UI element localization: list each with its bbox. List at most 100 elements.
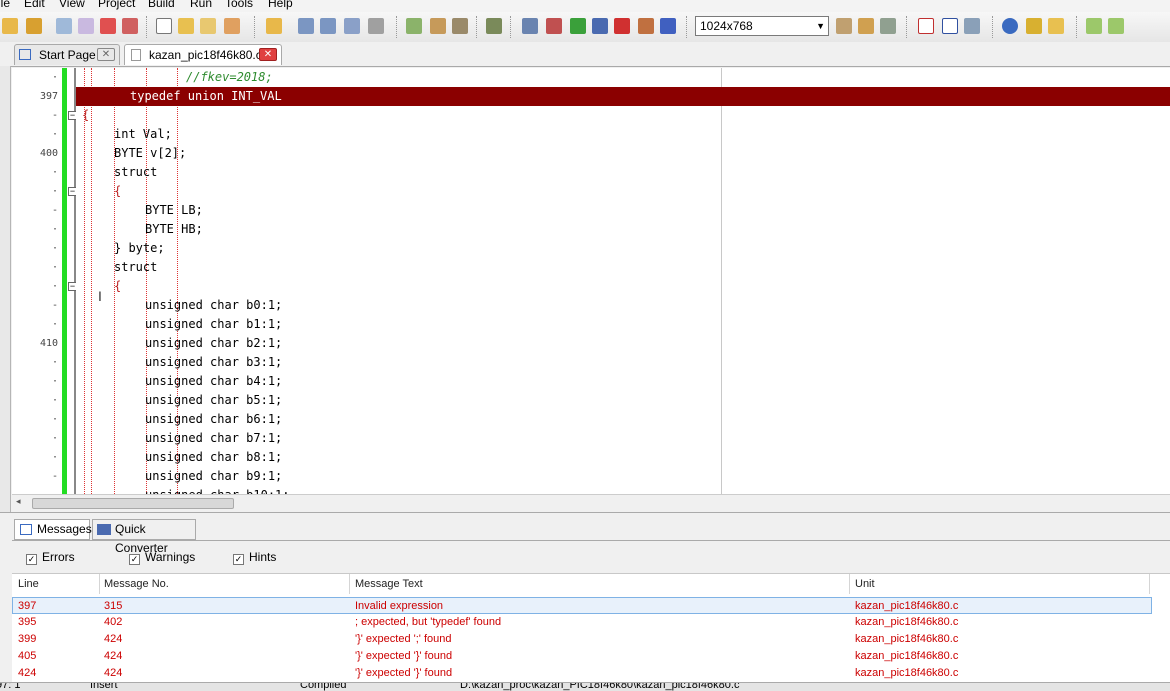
column-header-line[interactable]: Line xyxy=(18,578,39,590)
menu-tools[interactable]: Tools xyxy=(225,0,253,10)
tab-start-page[interactable]: Start Page ✕ xyxy=(14,44,120,65)
cell-unit: kazan_pic18f46k80.c xyxy=(855,600,959,612)
print-icon[interactable] xyxy=(368,18,384,34)
code-line: BYTE v[2]; xyxy=(76,144,1170,163)
menu-view[interactable]: View xyxy=(59,0,85,10)
close-icon[interactable]: ✕ xyxy=(97,48,115,61)
code-line: { xyxy=(76,277,1170,296)
statistics-icon[interactable] xyxy=(546,18,562,34)
side-panel-strip[interactable] xyxy=(0,66,11,516)
build-icon[interactable] xyxy=(406,18,422,34)
remove-file-icon[interactable] xyxy=(122,18,138,34)
code-text: BYTE HB; xyxy=(145,222,203,236)
visual-studio-icon[interactable] xyxy=(660,18,676,34)
line-marker: · xyxy=(51,167,58,178)
toolbar-separator xyxy=(510,16,513,38)
table-row[interactable]: 424 424 '}' expected '}' found kazan_pic… xyxy=(12,665,1152,682)
resolution-select[interactable]: 1024x768 ▼ xyxy=(695,16,829,36)
errors-checkbox[interactable]: ✓ Errors xyxy=(26,550,75,565)
close-file-icon[interactable] xyxy=(224,18,240,34)
save-icon[interactable] xyxy=(298,18,314,34)
programmer-icon[interactable] xyxy=(486,18,502,34)
toolbar-separator xyxy=(906,16,909,38)
horizontal-scrollbar[interactable]: ◂ xyxy=(12,494,1170,511)
code-text: typedef union INT_VAL xyxy=(130,89,282,103)
new-file-icon[interactable] xyxy=(156,18,172,34)
table-row[interactable]: 395 402 ; expected, but 'typedef' found … xyxy=(12,614,1152,631)
code-text: unsigned char b7:1; xyxy=(145,431,283,445)
code-line-current: typedef union INT_VAL xyxy=(76,87,1170,106)
line-marker: - xyxy=(51,110,58,121)
document-tabs: Start Page ✕ kazan_pic18f46k80.c ✕ xyxy=(0,42,1170,67)
table-row[interactable]: 397 315 Invalid expression kazan_pic18f4… xyxy=(12,597,1152,614)
column-header-unit[interactable]: Unit xyxy=(855,578,875,590)
table-row[interactable]: 399 424 '}' expected ';' found kazan_pic… xyxy=(12,631,1152,648)
tip-icon[interactable] xyxy=(1048,18,1064,34)
code-line: { xyxy=(76,182,1170,201)
back-arrow-icon[interactable] xyxy=(1086,18,1102,34)
line-number: 397 xyxy=(39,91,58,102)
build-all-icon[interactable] xyxy=(430,18,446,34)
assistant-icon[interactable] xyxy=(570,18,586,34)
ascii-chart-icon[interactable] xyxy=(918,18,934,34)
export-icon[interactable] xyxy=(614,18,630,34)
code-line: struct xyxy=(76,163,1170,182)
window-layout-3-icon[interactable] xyxy=(880,18,896,34)
key-icon[interactable] xyxy=(1026,18,1042,34)
resolution-value: 1024x768 xyxy=(700,19,753,33)
menu-build[interactable]: Build xyxy=(148,0,175,10)
open-project-icon[interactable] xyxy=(26,18,42,34)
line-marker: · xyxy=(51,72,58,83)
save-as-icon[interactable] xyxy=(344,18,360,34)
window-layout-icon[interactable] xyxy=(836,18,852,34)
save-project-icon[interactable] xyxy=(56,18,72,34)
close-icon[interactable]: ✕ xyxy=(259,48,277,61)
cell-unit: kazan_pic18f46k80.c xyxy=(855,667,959,679)
scrollbar-thumb[interactable] xyxy=(32,498,234,509)
hints-checkbox[interactable]: ✓ Hints xyxy=(233,550,276,565)
tab-quick-converter[interactable]: Quick Converter xyxy=(92,519,196,555)
window-layout-2-icon[interactable] xyxy=(858,18,874,34)
tab-label: Start Page xyxy=(39,48,96,62)
menu-project[interactable]: Project xyxy=(98,0,135,10)
cell-message-no: 402 xyxy=(104,616,123,628)
tools-icon[interactable] xyxy=(638,18,654,34)
cell-line: 399 xyxy=(18,633,37,645)
line-marker: · xyxy=(51,376,58,387)
column-header-message-no[interactable]: Message No. xyxy=(104,578,169,590)
forward-arrow-icon[interactable] xyxy=(1108,18,1124,34)
menu-file[interactable]: ile xyxy=(0,0,10,10)
tab-messages[interactable]: Messages xyxy=(14,519,92,540)
tab-kazan-file[interactable]: kazan_pic18f46k80.c ✕ xyxy=(124,44,282,65)
toolbar-separator xyxy=(396,16,399,38)
menu-edit[interactable]: Edit xyxy=(24,0,45,10)
cell-message-text: ; expected, but 'typedef' found xyxy=(355,616,502,628)
cell-unit: kazan_pic18f46k80.c xyxy=(855,650,959,662)
build-program-icon[interactable] xyxy=(452,18,468,34)
warnings-checkbox[interactable]: ✓ Warnings xyxy=(129,550,195,565)
seven-segment-icon[interactable] xyxy=(964,18,980,34)
line-number: 400 xyxy=(39,148,58,159)
usart-terminal-icon[interactable] xyxy=(942,18,958,34)
menu-help[interactable]: Help xyxy=(268,0,293,10)
save-all-icon[interactable] xyxy=(320,18,336,34)
scroll-left-icon[interactable]: ◂ xyxy=(16,496,21,507)
edit-project-icon[interactable] xyxy=(78,18,94,34)
column-header-message-text[interactable]: Message Text xyxy=(355,578,423,590)
add-file-icon[interactable] xyxy=(100,18,116,34)
debugger-icon[interactable] xyxy=(522,18,538,34)
menu-run[interactable]: Run xyxy=(190,0,212,10)
help-icon[interactable] xyxy=(1002,18,1018,34)
code-text: unsigned char b9:1; xyxy=(145,469,283,483)
new-project-icon[interactable] xyxy=(2,18,18,34)
code-editor[interactable]: //fkev=2018; typedef union INT_VAL { int… xyxy=(76,68,1170,494)
open-file-icon[interactable] xyxy=(178,18,194,34)
table-row[interactable]: 405 424 '}' expected '}' found kazan_pic… xyxy=(12,648,1152,665)
checkbox-label: Errors xyxy=(42,550,75,564)
open-icon[interactable] xyxy=(266,18,282,34)
line-marker: - xyxy=(51,300,58,311)
open-recent-icon[interactable] xyxy=(200,18,216,34)
code-line: unsigned char b7:1; xyxy=(76,429,1170,448)
cell-message-no: 315 xyxy=(104,600,123,612)
font-icon[interactable] xyxy=(592,18,608,34)
